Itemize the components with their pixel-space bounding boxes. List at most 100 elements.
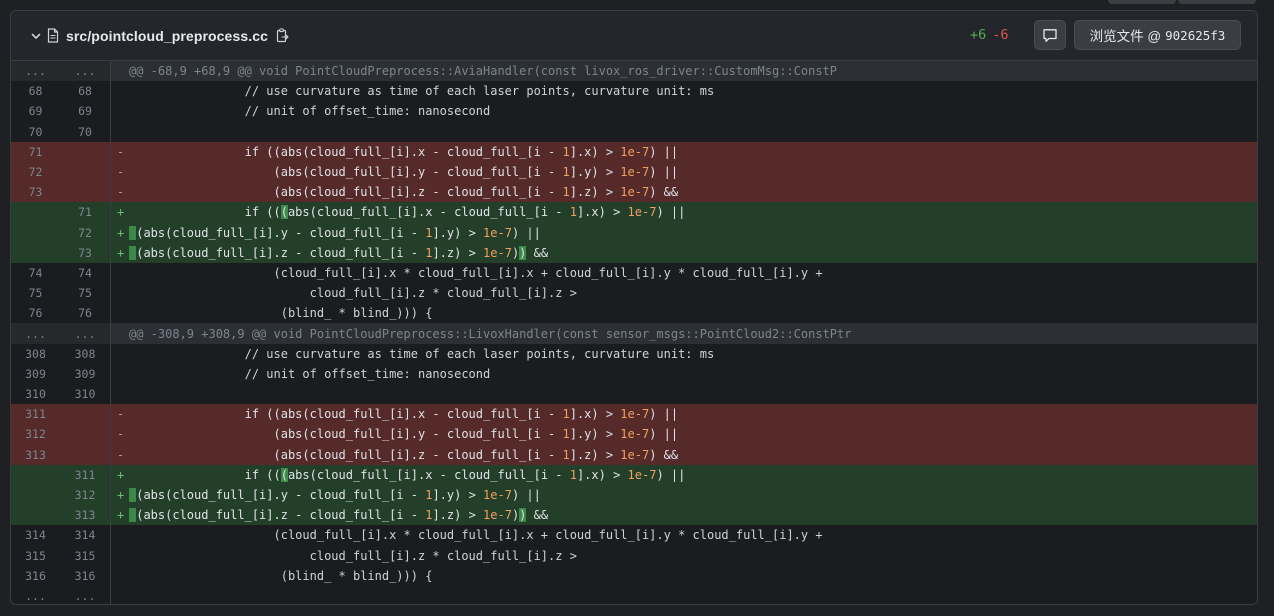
- new-line-number[interactable]: 310: [60, 384, 111, 405]
- old-line-number[interactable]: 314: [11, 525, 60, 545]
- file-header: src/pointcloud_preprocess.cc +6 -6 浏览文件 @…: [11, 11, 1257, 61]
- new-line-number[interactable]: 76: [60, 303, 111, 324]
- old-line-number[interactable]: 313: [11, 444, 60, 465]
- chevron-down-icon[interactable]: [29, 29, 43, 43]
- diff-sign: [111, 101, 129, 121]
- new-line-number[interactable]: 75: [60, 283, 111, 304]
- new-line-number[interactable]: 311: [60, 464, 111, 485]
- new-line-number[interactable]: [60, 444, 111, 465]
- old-line-number[interactable]: 72: [11, 161, 60, 183]
- context-line-row: 308 308 // use curvature as time of each …: [11, 343, 1257, 364]
- new-line-number[interactable]: [60, 404, 111, 425]
- old-line-number[interactable]: 73: [11, 182, 60, 203]
- new-line-number[interactable]: 308: [60, 343, 111, 364]
- new-line-number[interactable]: 312: [60, 484, 111, 506]
- diff-sign: [111, 525, 129, 545]
- new-line-number[interactable]: [60, 161, 111, 183]
- diff-body: ...... @@ -68,9 +68,9 @@ void PointCloudP…: [11, 61, 1257, 604]
- deleted-line-row: 72 - (abs(cloud_full_[i].y - cloud_full_[…: [11, 161, 1257, 183]
- new-line-number[interactable]: 315: [60, 545, 111, 566]
- code-line: if ((abs(cloud_full_[i].x - cloud_full_[…: [129, 144, 679, 159]
- code-line: (cloud_full_[i].x * cloud_full_[i].x + c…: [129, 265, 823, 280]
- new-line-number[interactable]: 314: [60, 525, 111, 546]
- new-line-number[interactable]: [60, 424, 111, 445]
- deleted-line-row: 311 - if ((abs(cloud_full_[i].x - cloud_f…: [11, 404, 1257, 425]
- new-line-number[interactable]: ...: [60, 585, 111, 604]
- code-line: (cloud_full_[i].x * cloud_full_[i].x + c…: [129, 528, 823, 543]
- diff-sign: [111, 122, 129, 142]
- file-name[interactable]: src/pointcloud_preprocess.cc: [66, 28, 268, 44]
- old-line-number[interactable]: [11, 242, 60, 263]
- diff-sign: -: [117, 144, 125, 159]
- new-line-number[interactable]: 72: [60, 222, 111, 243]
- context-line-row: 69 69 // unit of offset_time: nanosecond: [11, 101, 1257, 122]
- old-line-number[interactable]: 311: [11, 404, 60, 425]
- code-line: (abs(cloud_full_[i].z - cloud_full_[i - …: [129, 505, 548, 525]
- hunk-header-text: @@ -308,9 +308,9 @@ void PointCloudPrepr…: [129, 326, 852, 341]
- diff-sign: +: [117, 245, 125, 260]
- expand-up-marker[interactable]: ...: [11, 61, 60, 82]
- view-file-button[interactable]: 浏览文件 @902625f3: [1074, 20, 1241, 50]
- new-line-number[interactable]: 70: [60, 121, 111, 142]
- view-file-label: 浏览文件 @: [1089, 29, 1162, 44]
- new-line-number[interactable]: 68: [60, 81, 111, 102]
- expand-down-marker[interactable]: ...: [60, 61, 111, 82]
- hunk-header-row: ...... @@ -68,9 +68,9 @@ void PointCloudP…: [11, 61, 1257, 82]
- old-line-number[interactable]: 309: [11, 364, 60, 384]
- context-line-row: 70 70: [11, 121, 1257, 142]
- old-line-number[interactable]: 310: [11, 384, 60, 404]
- old-line-number[interactable]: [11, 505, 60, 526]
- diff-sign: [111, 323, 129, 343]
- old-line-number[interactable]: 74: [11, 263, 60, 283]
- code-line: (blind_ * blind_))) {: [129, 568, 433, 583]
- new-line-number[interactable]: 74: [60, 262, 111, 284]
- added-line-row: 71 + if (((abs(cloud_full_[i].x - cloud_f…: [11, 202, 1257, 223]
- diff-sign: -: [117, 407, 125, 422]
- old-line-number[interactable]: [11, 202, 60, 223]
- added-line-row: 72 + (abs(cloud_full_[i].y - cloud_full_[…: [11, 222, 1257, 243]
- context-line-row: 75 75 cloud_full_[i].z * cloud_full_[i].z…: [11, 283, 1257, 304]
- old-line-number[interactable]: 71: [11, 141, 60, 162]
- old-line-number[interactable]: 75: [11, 283, 60, 303]
- diff-sign: +: [117, 225, 125, 240]
- old-line-number[interactable]: 70: [11, 122, 60, 142]
- comment-button[interactable]: [1034, 20, 1066, 50]
- old-line-number[interactable]: 308: [11, 344, 60, 364]
- old-line-number[interactable]: 69: [11, 101, 60, 121]
- old-line-number[interactable]: 316: [11, 566, 60, 586]
- old-line-number[interactable]: ...: [11, 586, 60, 604]
- old-line-number[interactable]: 68: [11, 81, 60, 101]
- old-line-number[interactable]: [11, 222, 60, 243]
- diff-stats: +6 -6: [970, 27, 1009, 43]
- copy-icon[interactable]: [276, 28, 290, 44]
- commit-hash: 902625f3: [1165, 27, 1226, 43]
- code-line: // use curvature as time of each laser p…: [129, 84, 715, 99]
- expand-up-marker[interactable]: ...: [11, 323, 60, 344]
- new-line-number[interactable]: [60, 182, 111, 203]
- diff-sign: +: [117, 467, 125, 482]
- file-icon: [47, 28, 61, 44]
- old-line-number[interactable]: 315: [11, 546, 60, 566]
- new-line-number[interactable]: 316: [60, 565, 111, 586]
- expand-down-marker[interactable]: ...: [60, 323, 111, 344]
- new-line-number[interactable]: 313: [60, 505, 111, 526]
- context-line-row: 68 68 // use curvature as time of each la…: [11, 81, 1257, 102]
- new-line-number[interactable]: 71: [60, 202, 111, 223]
- old-line-number[interactable]: [11, 464, 60, 485]
- old-line-number[interactable]: 76: [11, 303, 60, 323]
- old-line-number[interactable]: 312: [11, 424, 60, 445]
- new-line-number[interactable]: [60, 141, 111, 162]
- code-line: // unit of offset_time: nanosecond: [129, 104, 491, 119]
- code-line: (abs(cloud_full_[i].y - cloud_full_[i - …: [129, 223, 541, 243]
- diff-sign: -: [117, 447, 125, 462]
- diff-sign: +: [117, 205, 125, 220]
- code-line: (abs(cloud_full_[i].z - cloud_full_[i - …: [129, 447, 679, 462]
- code-line: cloud_full_[i].z * cloud_full_[i].z >: [129, 286, 577, 301]
- new-line-number[interactable]: 73: [60, 242, 111, 263]
- added-line-row: 311 + if (((abs(cloud_full_[i].x - cloud_…: [11, 464, 1257, 485]
- old-line-number[interactable]: [11, 484, 60, 506]
- context-line-row: ......: [11, 585, 1257, 604]
- new-line-number[interactable]: 309: [60, 363, 111, 384]
- new-line-number[interactable]: 69: [60, 101, 111, 122]
- added-line-row: 312 + (abs(cloud_full_[i].y - cloud_full_…: [11, 484, 1257, 506]
